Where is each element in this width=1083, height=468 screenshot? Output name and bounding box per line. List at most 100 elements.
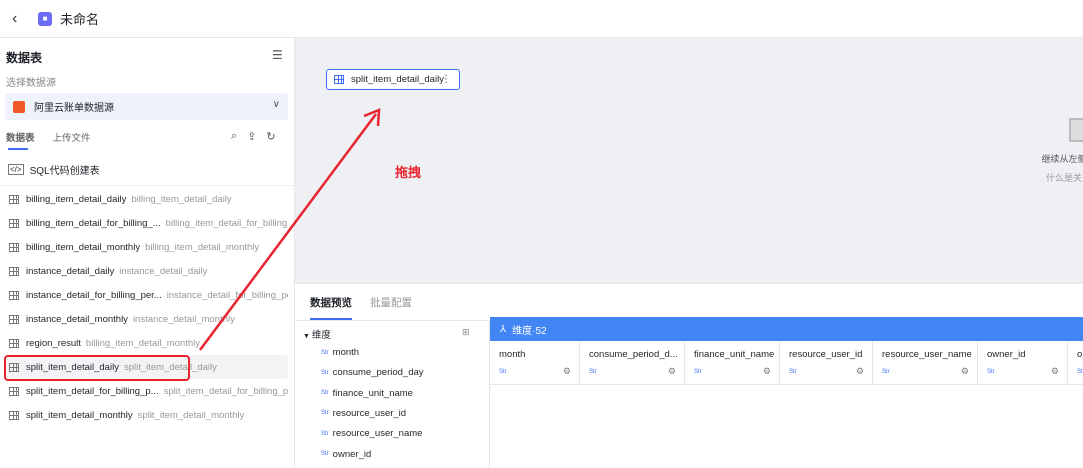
field-item[interactable]: Str consume_period_day	[321, 367, 424, 378]
string-type-icon: Str	[694, 369, 702, 375]
table-placeholder-icon	[1069, 118, 1083, 142]
more-icon[interactable]: ⋮	[441, 74, 451, 85]
string-type-icon: Str	[321, 410, 329, 417]
empty-hint-link[interactable]: 什么是关	[1039, 171, 1083, 184]
column-headers: month Str ⚙ consume_period_d... Str ⚙ finance_…	[490, 341, 1083, 385]
tab-datatable[interactable]: 数据表	[6, 130, 35, 144]
field-item[interactable]: Str resource_user_id	[321, 408, 406, 419]
settings-icon[interactable]: ⚙	[563, 366, 571, 377]
tab-indicator	[8, 148, 28, 150]
column-name: owner_id	[987, 349, 1026, 360]
table-alias: split_item_detail_monthly	[137, 409, 245, 421]
table-list-item[interactable]: region_result billing_item_detail_monthly	[4, 331, 288, 355]
table-alias: instance_detail_monthly	[132, 313, 235, 325]
field-item[interactable]: Str owner_id	[321, 449, 371, 460]
string-type-icon: Str	[321, 349, 329, 356]
column-header[interactable]: resource_user_id Str ⚙	[780, 341, 873, 384]
field-name: finance_unit_name	[332, 387, 413, 399]
preview-panel: 数据预览 批量配置 ▼ 维度 ⊞ Str month Str consume_peri…	[295, 283, 1083, 468]
table-icon	[9, 266, 19, 276]
sql-icon: </>	[8, 164, 24, 175]
field-name: owner_id	[332, 448, 372, 460]
settings-icon[interactable]: ⚙	[1051, 366, 1059, 377]
table-list-item[interactable]: split_item_detail_for_billing_p... split_…	[4, 379, 288, 403]
table-icon	[9, 386, 19, 396]
settings-icon[interactable]: ⚙	[668, 366, 676, 377]
table-name: billing_item_detail_for_billing_...	[26, 217, 161, 229]
string-type-icon: Str	[789, 369, 797, 375]
dimension-group[interactable]: ▼ 维度	[303, 327, 331, 341]
field-name: resource_user_name	[332, 428, 423, 440]
column-header[interactable]: month Str ⚙	[490, 341, 580, 384]
upload-icon[interactable]: ⇪	[247, 130, 256, 143]
table-icon	[9, 194, 19, 204]
column-name: consume_period_d...	[589, 349, 678, 360]
source-label: 选择数据源	[6, 78, 56, 89]
chevron-down-icon: ∨	[272, 99, 280, 110]
settings-icon[interactable]: ⚙	[856, 366, 864, 377]
column-name: resource_user_id	[789, 349, 863, 360]
datasource-value: 阿里云账单数据源	[34, 103, 114, 114]
refresh-icon[interactable]: ↻	[266, 130, 275, 143]
empty-hint: 继续从左侧 什么是关	[1039, 118, 1083, 184]
string-type-icon: Str	[321, 430, 329, 437]
column-header[interactable]: consume_period_d... Str ⚙	[580, 341, 685, 384]
page-title[interactable]: 未命名	[60, 9, 99, 28]
table-name: billing_item_detail_monthly	[26, 241, 141, 253]
table-list-item[interactable]: billing_item_detail_daily billing_item_de…	[4, 187, 288, 211]
field-item[interactable]: Str resource_user_name	[321, 428, 422, 439]
table-icon	[9, 338, 19, 348]
dimension-icon: ⅄	[500, 323, 507, 335]
settings-icon[interactable]: ⚙	[763, 366, 771, 377]
back-icon[interactable]: ‹	[12, 10, 32, 28]
field-name: resource_user_id	[332, 407, 407, 419]
column-header[interactable]: finance_unit_name Str ⚙	[685, 341, 780, 384]
field-item[interactable]: Str month	[321, 347, 359, 358]
table-name: instance_detail_for_billing_per...	[26, 289, 162, 301]
table-list-item[interactable]: instance_detail_monthly instance_detail_m…	[4, 307, 288, 331]
canvas-table-node[interactable]: split_item_detail_daily ⋮	[326, 69, 460, 90]
table-list-item[interactable]: split_item_detail_monthly split_item_deta…	[4, 403, 288, 427]
string-type-icon: Str	[321, 390, 329, 397]
settings-icon[interactable]: ⚙	[961, 366, 969, 377]
column-name: month	[499, 349, 526, 360]
column-header[interactable]: o Str	[1068, 341, 1083, 384]
add-folder-icon[interactable]: ⊞	[462, 327, 470, 338]
search-icon[interactable]: ⌕	[231, 130, 237, 143]
table-icon	[9, 290, 19, 300]
table-alias: billing_item_detail_daily	[131, 193, 232, 205]
table-name: billing_item_detail_daily	[26, 193, 127, 205]
app-cube-icon: ■	[38, 11, 52, 26]
string-type-icon: Str	[882, 369, 890, 375]
table-name: region_result	[26, 337, 81, 349]
table-name: split_item_detail_monthly	[26, 409, 133, 421]
table-name: split_item_detail_daily	[26, 361, 119, 373]
join-canvas[interactable]: split_item_detail_daily ⋮ 拖拽 继续从左侧 什么是关	[295, 38, 1083, 283]
table-list-item[interactable]: billing_item_detail_for_billing_... billi…	[4, 211, 288, 235]
column-name: o	[1077, 349, 1083, 360]
collapse-panel-icon[interactable]: ☰	[272, 48, 283, 62]
preview-grid: ⅄ 维度·52 month Str ⚙ consume_period_d... Str ⚙…	[490, 317, 1083, 468]
datasource-select[interactable]: 阿里云账单数据源 ∨	[5, 93, 288, 120]
string-type-icon: Str	[321, 451, 329, 457]
drag-annotation: 拖拽	[395, 165, 422, 180]
sql-create-table-button[interactable]: </> SQL代码创建表	[8, 162, 100, 177]
table-icon	[9, 362, 19, 372]
tab-upload-file[interactable]: 上传文件	[53, 130, 91, 144]
table-list: billing_item_detail_daily billing_item_de…	[4, 187, 288, 427]
string-type-icon: Str	[589, 369, 597, 375]
table-list-item[interactable]: instance_detail_for_billing_per... instan…	[4, 283, 288, 307]
panel-title: 数据表	[6, 51, 43, 65]
string-type-icon: Str	[321, 369, 329, 376]
sql-label: SQL代码创建表	[29, 166, 100, 177]
column-name: resource_user_name	[882, 349, 972, 360]
column-header[interactable]: owner_id Str ⚙	[978, 341, 1068, 384]
column-header[interactable]: resource_user_name Str ⚙	[873, 341, 978, 384]
tab-batch-config[interactable]: 批量配置	[370, 295, 412, 310]
table-list-item[interactable]: split_item_detail_daily split_item_detail…	[4, 355, 288, 379]
table-list-item[interactable]: instance_detail_daily instance_detail_dai…	[4, 259, 288, 283]
table-list-item[interactable]: billing_item_detail_monthly billing_item_…	[4, 235, 288, 259]
table-icon	[9, 314, 19, 324]
field-item[interactable]: Str finance_unit_name	[321, 388, 413, 399]
tab-data-preview[interactable]: 数据预览	[310, 295, 352, 310]
